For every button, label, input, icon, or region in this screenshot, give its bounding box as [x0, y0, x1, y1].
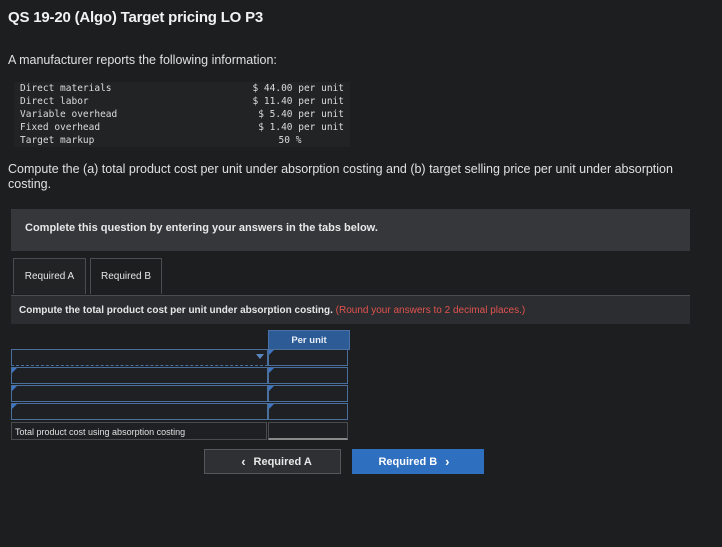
tab-required-b[interactable]: Required B — [90, 258, 162, 294]
chevron-left-icon: ‹ — [241, 454, 246, 469]
info-value: $ 1.40 per unit — [196, 121, 350, 134]
rounding-note: (Round your answers to 2 decimal places.… — [335, 305, 526, 316]
cost-item-select[interactable] — [11, 367, 268, 384]
total-input[interactable] — [268, 422, 348, 440]
per-unit-header: Per unit — [268, 330, 350, 350]
page-title: QS 19-20 (Algo) Target pricing LO P3 — [8, 9, 264, 26]
info-value: $ 44.00 per unit — [196, 82, 350, 95]
info-label: Target markup — [14, 134, 196, 147]
input-flag-icon — [269, 404, 274, 409]
banner-text: Complete this question by entering your … — [25, 222, 378, 234]
info-row: Direct labor $ 11.40 per unit — [14, 95, 350, 108]
input-flag-icon — [269, 386, 274, 391]
total-label: Total product cost using absorption cost… — [11, 422, 267, 440]
prev-required-a-button[interactable]: ‹ Required A — [204, 449, 341, 474]
intro-text: A manufacturer reports the following inf… — [8, 53, 277, 67]
info-row: Variable overhead $ 5.40 per unit — [14, 108, 350, 121]
table-row — [11, 349, 348, 366]
table-row — [11, 385, 348, 402]
info-row: Direct materials $ 44.00 per unit — [14, 82, 350, 95]
prev-label: Required A — [253, 455, 312, 468]
table-row — [11, 403, 348, 420]
per-unit-input[interactable] — [268, 403, 348, 420]
next-label: Required B — [378, 455, 438, 468]
info-row: Target markup 50 % — [14, 134, 350, 147]
cost-item-select[interactable] — [11, 385, 268, 402]
cost-item-select[interactable] — [11, 349, 268, 366]
info-value: 50 % — [196, 134, 350, 147]
next-required-b-button[interactable]: Required B › — [352, 449, 484, 474]
cost-item-select[interactable] — [11, 403, 268, 420]
chevron-down-icon[interactable] — [256, 354, 264, 359]
info-label: Variable overhead — [14, 108, 196, 121]
instruction-banner: Complete this question by entering your … — [11, 209, 690, 251]
input-flag-icon — [12, 368, 17, 373]
per-unit-input[interactable] — [268, 367, 348, 384]
per-unit-input[interactable] — [268, 385, 348, 402]
info-label: Direct labor — [14, 95, 196, 108]
chevron-right-icon: › — [445, 454, 450, 469]
info-value: $ 5.40 per unit — [196, 108, 350, 121]
input-flag-icon — [269, 350, 274, 355]
input-flag-icon — [269, 368, 274, 373]
info-label: Fixed overhead — [14, 121, 196, 134]
question-prompt: Compute the (a) total product cost per u… — [8, 162, 673, 191]
tab-required-a[interactable]: Required A — [13, 258, 86, 294]
per-unit-input[interactable] — [268, 349, 348, 366]
question-text: Compute the total product cost per unit … — [19, 305, 525, 316]
table-row — [11, 367, 348, 384]
info-label: Direct materials — [14, 82, 196, 95]
input-flag-icon — [12, 386, 17, 391]
question-bar: Compute the total product cost per unit … — [11, 295, 690, 324]
info-row: Fixed overhead $ 1.40 per unit — [14, 121, 350, 134]
info-value: $ 11.40 per unit — [196, 95, 350, 108]
input-flag-icon — [12, 404, 17, 409]
info-table: Direct materials $ 44.00 per unit Direct … — [14, 82, 350, 147]
question-main: Compute the total product cost per unit … — [19, 305, 333, 316]
